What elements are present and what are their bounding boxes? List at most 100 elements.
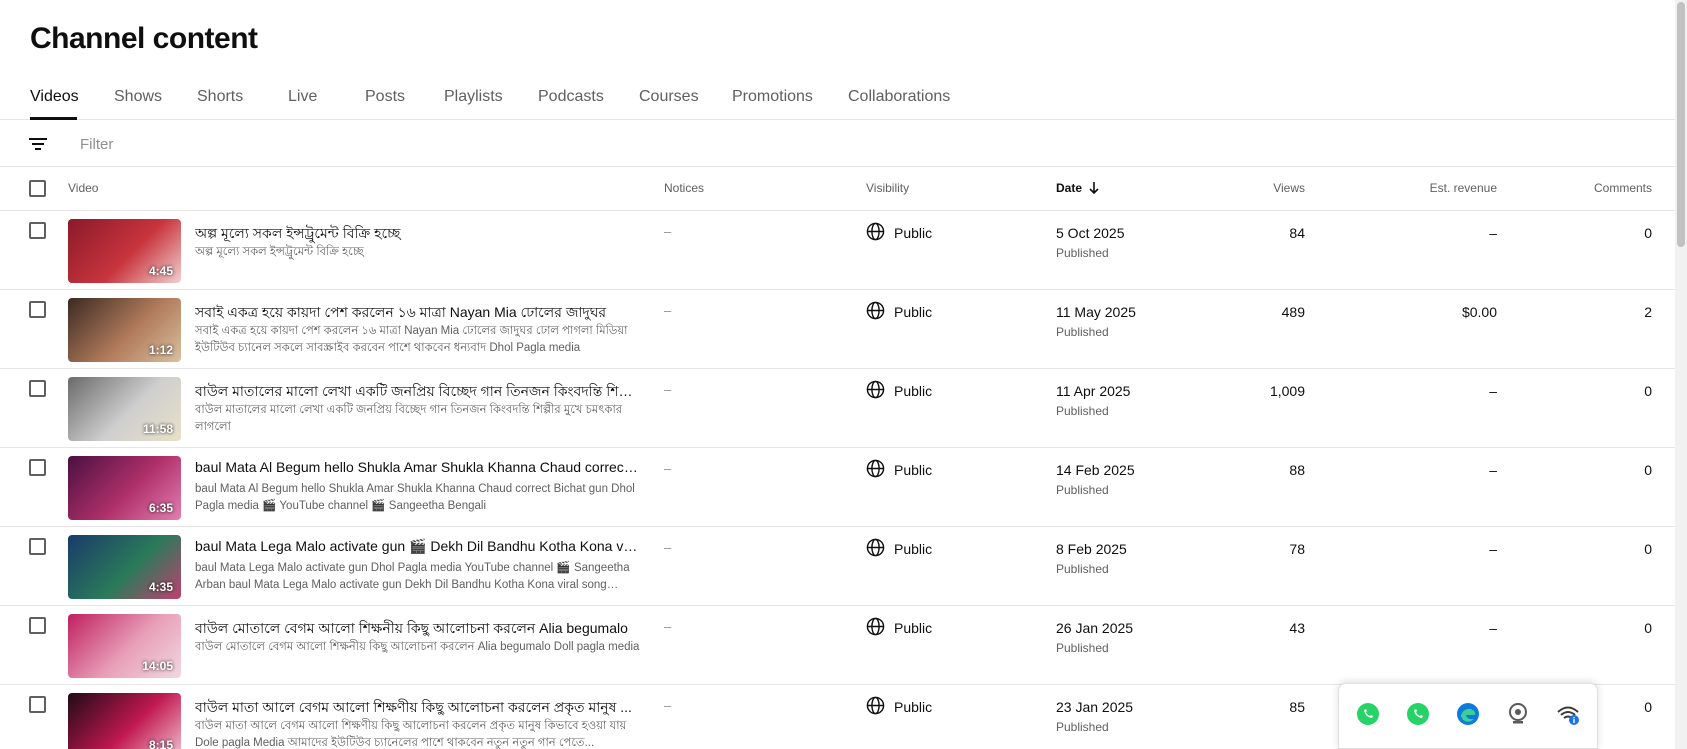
visibility-dropdown[interactable]: Public	[894, 383, 932, 399]
tab-posts[interactable]: Posts	[365, 88, 405, 106]
video-title[interactable]: বাউল মোতালে বেগম আলো শিক্ষনীয় কিছু আলোচ…	[195, 617, 640, 641]
video-description: baul Mata Lega Malo activate gun Dhol Pa…	[195, 562, 630, 591]
video-comments: 2	[1644, 304, 1652, 320]
video-thumbnail[interactable]: 4:45	[68, 219, 181, 283]
visibility-dropdown[interactable]: Public	[894, 699, 932, 715]
tab-podcasts[interactable]: Podcasts	[538, 88, 604, 106]
video-title[interactable]: বাউল মাতালের মালো লেখা একটি জনপ্রিয় বিচ…	[195, 380, 640, 404]
whatsapp-icon[interactable]	[1355, 701, 1381, 727]
video-description: বাউল মোতালে বেগম আলো শিক্ষনীয় কিছু আলোচ…	[195, 641, 640, 653]
video-views: 85	[1289, 699, 1305, 715]
whatsapp-icon[interactable]	[1405, 701, 1431, 727]
scrollbar[interactable]	[1675, 0, 1687, 749]
video-date: 11 May 2025	[1056, 304, 1136, 320]
globe-icon	[866, 380, 885, 399]
video-thumbnail[interactable]: 14:05	[68, 614, 181, 678]
video-thumbnail[interactable]: 6:35	[68, 456, 181, 520]
network-info-icon[interactable]	[1555, 701, 1581, 727]
video-duration: 8:15	[148, 738, 173, 749]
video-notices: –	[664, 303, 672, 318]
column-video: Video	[68, 181, 99, 195]
video-title[interactable]: অল্প মূল্যে সকল ইন্সট্রুমেন্ট বিক্রি হচ্…	[195, 222, 640, 246]
row-checkbox[interactable]	[29, 696, 46, 713]
arrow-down-icon	[1089, 182, 1099, 195]
globe-icon	[866, 538, 885, 557]
row-checkbox[interactable]	[29, 617, 46, 634]
video-thumbnail[interactable]: 4:35	[68, 535, 181, 599]
video-status: Published	[1056, 562, 1109, 576]
tab-live[interactable]: Live	[288, 88, 317, 106]
column-views[interactable]: Views	[1273, 181, 1305, 195]
visibility-dropdown[interactable]: Public	[894, 541, 932, 557]
video-status: Published	[1056, 483, 1109, 497]
video-revenue: –	[1489, 383, 1497, 399]
video-description: অল্প মূল্যে সকল ইন্সট্রুমেন্ট বিক্রি হচ্…	[195, 246, 364, 258]
row-checkbox[interactable]	[29, 459, 46, 476]
tab-playlists[interactable]: Playlists	[444, 88, 503, 106]
tab-shorts[interactable]: Shorts	[197, 88, 243, 106]
video-views: 43	[1289, 620, 1305, 636]
video-title[interactable]: বাউল মাতা আলে বেগম আলো শিক্ষণীয় কিছু আল…	[195, 696, 640, 720]
tab-shows[interactable]: Shows	[114, 88, 162, 106]
video-description: বাউল মাতা আলে বেগম আলো শিক্ষণীয় কিছু আল…	[195, 720, 627, 749]
video-description: baul Mata Al Begum hello Shukla Amar Shu…	[195, 483, 635, 512]
filter-input[interactable]	[80, 131, 580, 157]
video-duration: 14:05	[142, 659, 173, 673]
tab-courses[interactable]: Courses	[639, 88, 699, 106]
globe-icon	[866, 301, 885, 320]
edge-browser-icon[interactable]	[1455, 701, 1481, 727]
video-views: 84	[1289, 225, 1305, 241]
video-thumbnail[interactable]: 11:58	[68, 377, 181, 441]
visibility-dropdown[interactable]: Public	[894, 304, 932, 320]
visibility-dropdown[interactable]: Public	[894, 620, 932, 636]
video-comments: 0	[1644, 383, 1652, 399]
video-row[interactable]: 4:45 অল্প মূল্যে সকল ইন্সট্রুমেন্ট বিক্র…	[0, 211, 1675, 290]
video-date: 23 Jan 2025	[1056, 699, 1134, 715]
visibility-dropdown[interactable]: Public	[894, 462, 932, 478]
video-row[interactable]: 11:58 বাউল মাতালের মালো লেখা একটি জনপ্রি…	[0, 369, 1675, 448]
video-revenue: –	[1489, 541, 1497, 557]
content-tabs: Videos Shows Shorts Live Posts Playlists…	[0, 78, 1675, 120]
tab-promotions[interactable]: Promotions	[732, 88, 813, 106]
row-checkbox[interactable]	[29, 222, 46, 239]
video-status: Published	[1056, 246, 1109, 260]
video-notices: –	[664, 540, 672, 555]
scrollbar-thumb[interactable]	[1677, 2, 1685, 247]
video-views: 1,009	[1269, 383, 1305, 399]
webcam-icon[interactable]	[1505, 701, 1531, 727]
column-date[interactable]: Date	[1056, 181, 1100, 195]
video-revenue: –	[1489, 225, 1497, 241]
visibility-dropdown[interactable]: Public	[894, 225, 932, 241]
video-notices: –	[664, 698, 672, 713]
video-duration: 6:35	[148, 501, 173, 515]
video-row[interactable]: 6:35 baul Mata Al Begum hello Shukla Ama…	[0, 448, 1675, 527]
filter-icon[interactable]	[28, 134, 48, 154]
video-thumbnail[interactable]: 8:15	[68, 693, 181, 749]
video-title[interactable]: baul Mata Al Begum hello Shukla Amar Shu…	[195, 459, 640, 475]
row-checkbox[interactable]	[29, 538, 46, 555]
video-title[interactable]: সবাই একত্র হয়ে কায়দা পেশ করলেন ১৬ মাত্…	[195, 301, 640, 325]
select-all-checkbox[interactable]	[29, 180, 46, 197]
video-thumbnail[interactable]: 1:12	[68, 298, 181, 362]
video-status: Published	[1056, 641, 1109, 655]
video-date: 26 Jan 2025	[1056, 620, 1134, 636]
tab-collaborations[interactable]: Collaborations	[848, 88, 950, 106]
row-checkbox[interactable]	[29, 301, 46, 318]
column-comments[interactable]: Comments	[1594, 181, 1652, 195]
globe-icon	[866, 459, 885, 478]
column-est-revenue[interactable]: Est. revenue	[1430, 181, 1497, 195]
video-row[interactable]: 4:35 baul Mata Lega Malo activate gun 🎬 …	[0, 527, 1675, 606]
video-status: Published	[1056, 325, 1109, 339]
video-date: 11 Apr 2025	[1056, 383, 1131, 399]
video-row[interactable]: 14:05 বাউল মোতালে বেগম আলো শিক্ষনীয় কিছ…	[0, 606, 1675, 685]
filter-bar	[0, 121, 1675, 167]
tab-videos[interactable]: Videos	[30, 88, 79, 106]
video-list: 4:45 অল্প মূল্যে সকল ইন্সট্রুমেন্ট বিক্র…	[0, 211, 1675, 749]
video-row[interactable]: 1:12 সবাই একত্র হয়ে কায়দা পেশ করলেন ১৬…	[0, 290, 1675, 369]
video-revenue: –	[1489, 462, 1497, 478]
video-title[interactable]: baul Mata Lega Malo activate gun 🎬 Dekh …	[195, 538, 640, 555]
globe-icon	[866, 617, 885, 636]
video-status: Published	[1056, 404, 1109, 418]
row-checkbox[interactable]	[29, 380, 46, 397]
video-duration: 4:35	[148, 580, 173, 594]
